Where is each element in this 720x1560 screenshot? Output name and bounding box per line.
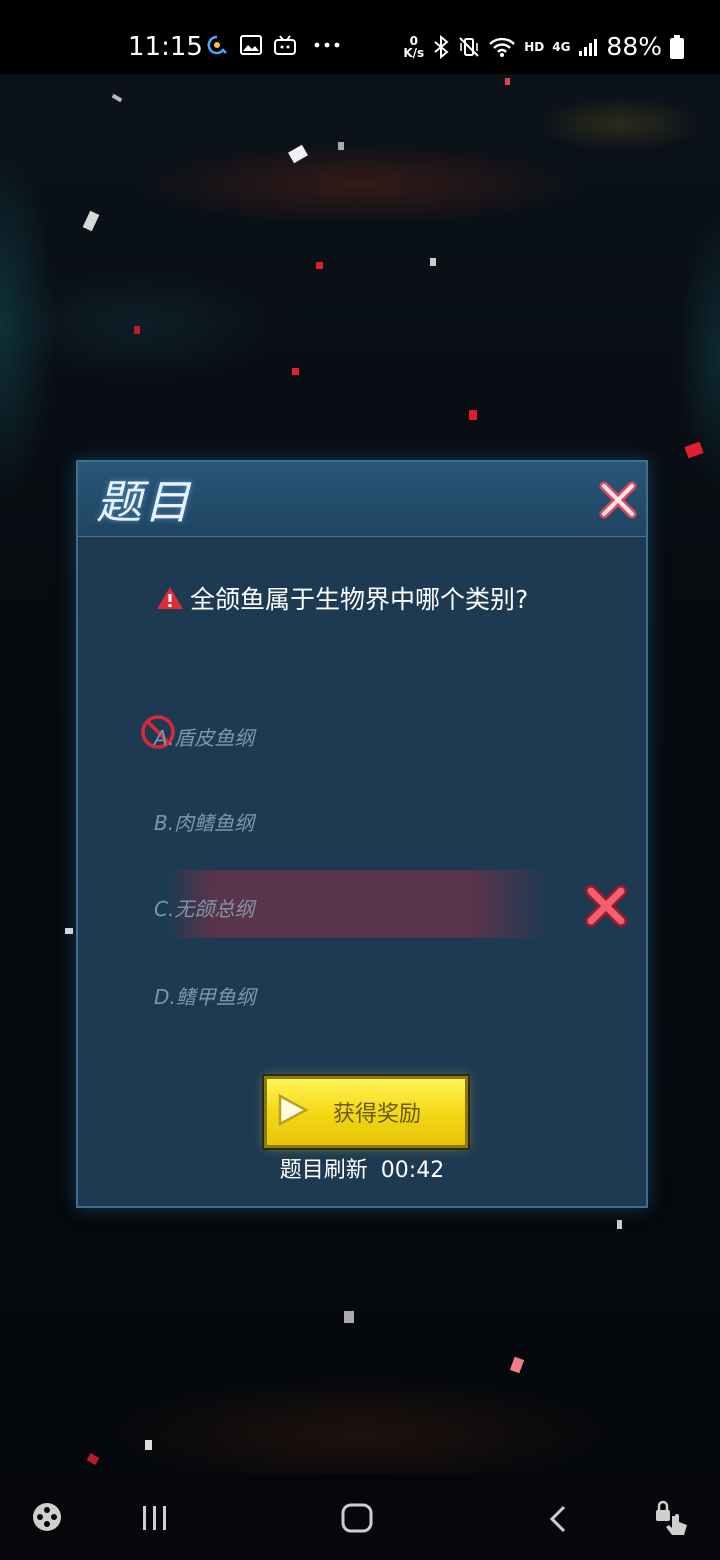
close-icon[interactable] <box>598 480 638 520</box>
assistant-icon <box>207 35 227 55</box>
confetti-piece <box>292 368 299 375</box>
home-icon[interactable] <box>340 1502 374 1534</box>
gallery-icon <box>240 35 262 55</box>
net-speed: 0 K/s <box>403 35 424 59</box>
net-speed-value: 0 <box>409 33 418 48</box>
option-c[interactable]: C.无颌总纲 <box>154 893 254 922</box>
refresh-timer: 00:42 <box>380 1158 445 1183</box>
wrong-x-icon <box>585 885 627 927</box>
status-right-group: 0 K/s HD 4G 88% <box>403 32 684 61</box>
option-a[interactable]: A.盾皮鱼纲 <box>154 722 254 751</box>
quiz-dialog: 题目 全颌鱼属于生物界中哪个类别? A.盾皮鱼纲 B.肉鳍鱼纲 C.无颌总纲 D… <box>76 460 648 1208</box>
status-time: 11:15 <box>128 32 203 62</box>
refresh-label: 题目刷新 <box>279 1158 368 1183</box>
vibrate-mute-icon <box>459 36 479 57</box>
warning-icon <box>157 587 183 609</box>
reward-button-label: 获得奖励 <box>333 1102 422 1127</box>
dialog-header: 题目 <box>78 462 646 537</box>
question: 全颌鱼属于生物界中哪个类别? <box>156 580 528 616</box>
dialog-title: 题目 <box>96 475 192 529</box>
option-d[interactable]: D.鳍甲鱼纲 <box>154 981 256 1010</box>
question-text: 全颌鱼属于生物界中哪个类别? <box>190 585 529 614</box>
confetti-piece <box>145 1440 152 1450</box>
option-b[interactable]: B.肉鳍鱼纲 <box>154 807 254 836</box>
refresh-timer-row: 题目刷新 00:42 <box>78 1152 646 1184</box>
reward-button[interactable]: 获得奖励 <box>264 1076 468 1148</box>
navigation-bar <box>0 1474 720 1560</box>
more-notifications-icon <box>314 42 340 48</box>
network-type: 4G <box>552 39 571 54</box>
back-icon[interactable] <box>546 1504 570 1534</box>
confetti-piece <box>338 142 344 150</box>
battery-icon <box>670 34 684 59</box>
status-bar: 11:15 0 K/s HD 4G 88% <box>0 0 720 74</box>
confetti-piece <box>65 928 73 934</box>
confetti-piece <box>469 410 477 420</box>
game-launcher-icon[interactable] <box>30 1500 64 1534</box>
confetti-piece <box>316 262 323 269</box>
confetti-piece <box>617 1220 622 1229</box>
confetti-piece <box>505 78 510 85</box>
confetti-piece <box>430 258 436 266</box>
wifi-icon <box>489 37 516 57</box>
confetti-piece <box>134 326 140 334</box>
bilibili-icon <box>274 35 296 55</box>
play-icon <box>278 1093 309 1127</box>
net-speed-unit: K/s <box>403 45 425 60</box>
confetti-piece <box>344 1311 354 1323</box>
touch-lock-icon[interactable] <box>652 1498 692 1538</box>
signal-icon <box>579 38 598 56</box>
recent-apps-icon[interactable] <box>140 1504 170 1532</box>
battery-percent: 88% <box>606 32 662 61</box>
bluetooth-icon <box>434 34 449 59</box>
hd-label: HD <box>524 39 545 54</box>
